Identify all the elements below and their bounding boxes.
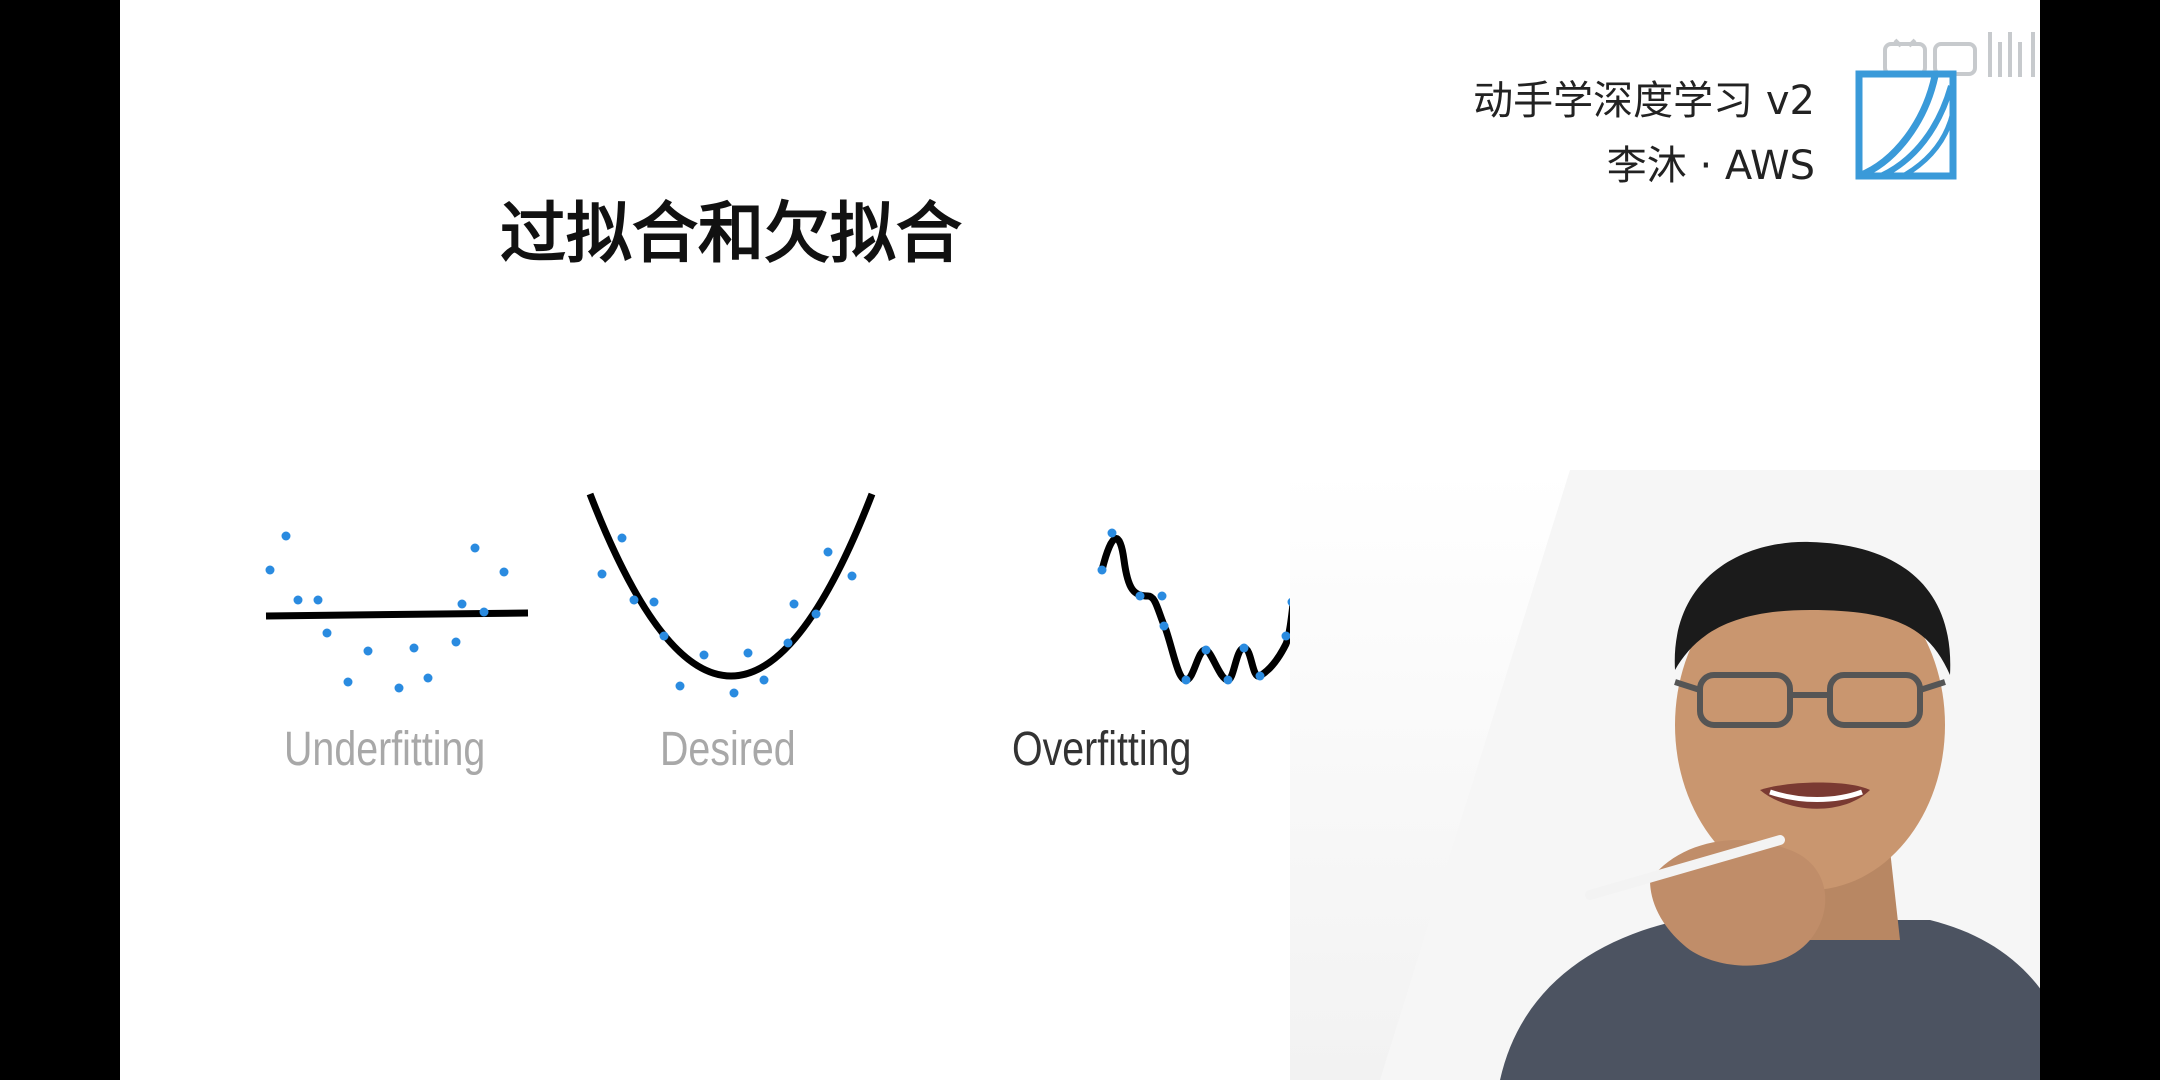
presenter-video xyxy=(1290,470,2040,1080)
course-author: 李沐 · AWS xyxy=(1606,143,1815,189)
d2l-logo-icon xyxy=(1855,70,1957,180)
slide: 动手学深度学习 v2 李沐 · AWS 过拟合和欠拟合 Underfitting… xyxy=(120,0,2040,1080)
underfitting-plot xyxy=(262,520,532,700)
desired-label: Desired xyxy=(660,723,796,776)
slide-title: 过拟合和欠拟合 xyxy=(500,195,962,272)
desired-fit-plot xyxy=(586,488,876,708)
course-title: 动手学深度学习 v2 xyxy=(1473,78,1815,124)
overfitting-label: Overfitting xyxy=(1012,723,1192,776)
underfitting-label: Underfitting xyxy=(284,723,486,776)
